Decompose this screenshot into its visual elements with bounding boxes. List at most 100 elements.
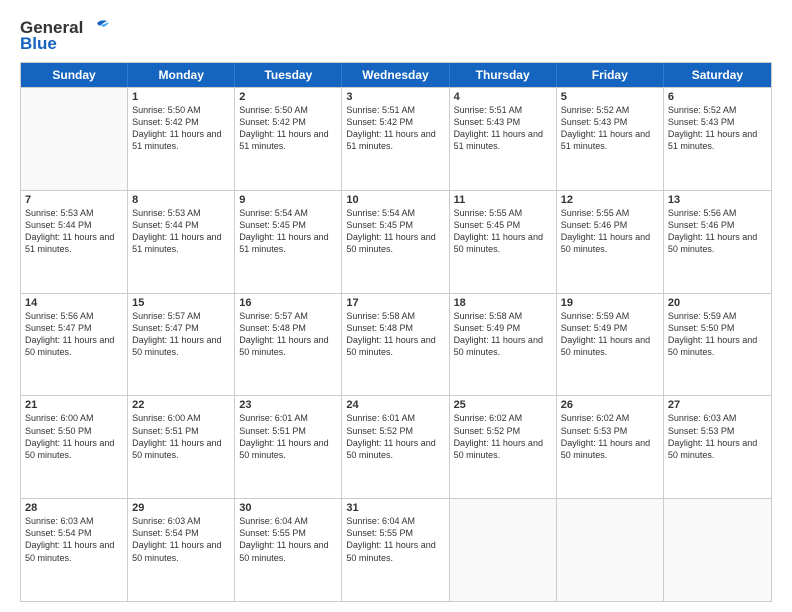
header-day-monday: Monday bbox=[128, 63, 235, 87]
day-number: 9 bbox=[239, 194, 337, 206]
cell-sun-info: Sunrise: 5:51 AMSunset: 5:42 PMDaylight:… bbox=[346, 104, 444, 153]
cell-sun-info: Sunrise: 5:58 AMSunset: 5:48 PMDaylight:… bbox=[346, 310, 444, 359]
calendar-cell: 10Sunrise: 5:54 AMSunset: 5:45 PMDayligh… bbox=[342, 191, 449, 293]
cell-sun-info: Sunrise: 6:01 AMSunset: 5:51 PMDaylight:… bbox=[239, 412, 337, 461]
day-number: 27 bbox=[668, 399, 767, 411]
cell-sun-info: Sunrise: 5:53 AMSunset: 5:44 PMDaylight:… bbox=[132, 207, 230, 256]
cell-sun-info: Sunrise: 6:03 AMSunset: 5:53 PMDaylight:… bbox=[668, 412, 767, 461]
calendar-cell: 27Sunrise: 6:03 AMSunset: 5:53 PMDayligh… bbox=[664, 396, 771, 498]
day-number: 18 bbox=[454, 297, 552, 309]
calendar-row-3: 21Sunrise: 6:00 AMSunset: 5:50 PMDayligh… bbox=[21, 395, 771, 498]
calendar-row-0: 1Sunrise: 5:50 AMSunset: 5:42 PMDaylight… bbox=[21, 87, 771, 190]
calendar-cell: 11Sunrise: 5:55 AMSunset: 5:45 PMDayligh… bbox=[450, 191, 557, 293]
cell-sun-info: Sunrise: 5:50 AMSunset: 5:42 PMDaylight:… bbox=[132, 104, 230, 153]
cell-sun-info: Sunrise: 5:54 AMSunset: 5:45 PMDaylight:… bbox=[239, 207, 337, 256]
calendar-cell bbox=[450, 499, 557, 601]
calendar-cell: 1Sunrise: 5:50 AMSunset: 5:42 PMDaylight… bbox=[128, 88, 235, 190]
day-number: 25 bbox=[454, 399, 552, 411]
calendar-cell: 21Sunrise: 6:00 AMSunset: 5:50 PMDayligh… bbox=[21, 396, 128, 498]
calendar-cell: 28Sunrise: 6:03 AMSunset: 5:54 PMDayligh… bbox=[21, 499, 128, 601]
calendar-cell: 4Sunrise: 5:51 AMSunset: 5:43 PMDaylight… bbox=[450, 88, 557, 190]
cell-sun-info: Sunrise: 5:59 AMSunset: 5:50 PMDaylight:… bbox=[668, 310, 767, 359]
calendar-cell: 14Sunrise: 5:56 AMSunset: 5:47 PMDayligh… bbox=[21, 294, 128, 396]
cell-sun-info: Sunrise: 5:58 AMSunset: 5:49 PMDaylight:… bbox=[454, 310, 552, 359]
day-number: 22 bbox=[132, 399, 230, 411]
cell-sun-info: Sunrise: 6:04 AMSunset: 5:55 PMDaylight:… bbox=[239, 515, 337, 564]
calendar-cell: 20Sunrise: 5:59 AMSunset: 5:50 PMDayligh… bbox=[664, 294, 771, 396]
calendar-cell bbox=[557, 499, 664, 601]
page: General Blue SundayMondayTuesdayWednesda… bbox=[0, 0, 792, 612]
cell-sun-info: Sunrise: 6:02 AMSunset: 5:53 PMDaylight:… bbox=[561, 412, 659, 461]
cell-sun-info: Sunrise: 5:53 AMSunset: 5:44 PMDaylight:… bbox=[25, 207, 123, 256]
day-number: 8 bbox=[132, 194, 230, 206]
day-number: 3 bbox=[346, 91, 444, 103]
day-number: 16 bbox=[239, 297, 337, 309]
calendar-cell: 12Sunrise: 5:55 AMSunset: 5:46 PMDayligh… bbox=[557, 191, 664, 293]
calendar-cell: 17Sunrise: 5:58 AMSunset: 5:48 PMDayligh… bbox=[342, 294, 449, 396]
cell-sun-info: Sunrise: 5:52 AMSunset: 5:43 PMDaylight:… bbox=[561, 104, 659, 153]
day-number: 26 bbox=[561, 399, 659, 411]
day-number: 30 bbox=[239, 502, 337, 514]
cell-sun-info: Sunrise: 5:57 AMSunset: 5:48 PMDaylight:… bbox=[239, 310, 337, 359]
cell-sun-info: Sunrise: 5:50 AMSunset: 5:42 PMDaylight:… bbox=[239, 104, 337, 153]
calendar-row-2: 14Sunrise: 5:56 AMSunset: 5:47 PMDayligh… bbox=[21, 293, 771, 396]
calendar-cell: 19Sunrise: 5:59 AMSunset: 5:49 PMDayligh… bbox=[557, 294, 664, 396]
header-day-tuesday: Tuesday bbox=[235, 63, 342, 87]
day-number: 29 bbox=[132, 502, 230, 514]
day-number: 11 bbox=[454, 194, 552, 206]
day-number: 2 bbox=[239, 91, 337, 103]
calendar-cell bbox=[21, 88, 128, 190]
day-number: 7 bbox=[25, 194, 123, 206]
header: General Blue bbox=[20, 18, 772, 54]
cell-sun-info: Sunrise: 6:03 AMSunset: 5:54 PMDaylight:… bbox=[25, 515, 123, 564]
day-number: 1 bbox=[132, 91, 230, 103]
calendar: SundayMondayTuesdayWednesdayThursdayFrid… bbox=[20, 62, 772, 602]
header-day-sunday: Sunday bbox=[21, 63, 128, 87]
day-number: 24 bbox=[346, 399, 444, 411]
cell-sun-info: Sunrise: 6:04 AMSunset: 5:55 PMDaylight:… bbox=[346, 515, 444, 564]
calendar-cell: 31Sunrise: 6:04 AMSunset: 5:55 PMDayligh… bbox=[342, 499, 449, 601]
day-number: 10 bbox=[346, 194, 444, 206]
calendar-row-4: 28Sunrise: 6:03 AMSunset: 5:54 PMDayligh… bbox=[21, 498, 771, 601]
calendar-cell: 16Sunrise: 5:57 AMSunset: 5:48 PMDayligh… bbox=[235, 294, 342, 396]
calendar-cell: 8Sunrise: 5:53 AMSunset: 5:44 PMDaylight… bbox=[128, 191, 235, 293]
cell-sun-info: Sunrise: 6:02 AMSunset: 5:52 PMDaylight:… bbox=[454, 412, 552, 461]
day-number: 14 bbox=[25, 297, 123, 309]
cell-sun-info: Sunrise: 5:55 AMSunset: 5:45 PMDaylight:… bbox=[454, 207, 552, 256]
cell-sun-info: Sunrise: 5:52 AMSunset: 5:43 PMDaylight:… bbox=[668, 104, 767, 153]
calendar-cell: 26Sunrise: 6:02 AMSunset: 5:53 PMDayligh… bbox=[557, 396, 664, 498]
calendar-cell: 13Sunrise: 5:56 AMSunset: 5:46 PMDayligh… bbox=[664, 191, 771, 293]
calendar-cell: 15Sunrise: 5:57 AMSunset: 5:47 PMDayligh… bbox=[128, 294, 235, 396]
calendar-cell: 2Sunrise: 5:50 AMSunset: 5:42 PMDaylight… bbox=[235, 88, 342, 190]
day-number: 12 bbox=[561, 194, 659, 206]
calendar-cell: 30Sunrise: 6:04 AMSunset: 5:55 PMDayligh… bbox=[235, 499, 342, 601]
cell-sun-info: Sunrise: 5:55 AMSunset: 5:46 PMDaylight:… bbox=[561, 207, 659, 256]
day-number: 21 bbox=[25, 399, 123, 411]
cell-sun-info: Sunrise: 6:01 AMSunset: 5:52 PMDaylight:… bbox=[346, 412, 444, 461]
cell-sun-info: Sunrise: 5:59 AMSunset: 5:49 PMDaylight:… bbox=[561, 310, 659, 359]
calendar-cell: 22Sunrise: 6:00 AMSunset: 5:51 PMDayligh… bbox=[128, 396, 235, 498]
cell-sun-info: Sunrise: 5:54 AMSunset: 5:45 PMDaylight:… bbox=[346, 207, 444, 256]
day-number: 20 bbox=[668, 297, 767, 309]
calendar-cell: 3Sunrise: 5:51 AMSunset: 5:42 PMDaylight… bbox=[342, 88, 449, 190]
calendar-cell: 25Sunrise: 6:02 AMSunset: 5:52 PMDayligh… bbox=[450, 396, 557, 498]
cell-sun-info: Sunrise: 5:56 AMSunset: 5:47 PMDaylight:… bbox=[25, 310, 123, 359]
cell-sun-info: Sunrise: 6:00 AMSunset: 5:51 PMDaylight:… bbox=[132, 412, 230, 461]
calendar-cell: 24Sunrise: 6:01 AMSunset: 5:52 PMDayligh… bbox=[342, 396, 449, 498]
calendar-cell: 23Sunrise: 6:01 AMSunset: 5:51 PMDayligh… bbox=[235, 396, 342, 498]
calendar-cell: 9Sunrise: 5:54 AMSunset: 5:45 PMDaylight… bbox=[235, 191, 342, 293]
calendar-cell: 5Sunrise: 5:52 AMSunset: 5:43 PMDaylight… bbox=[557, 88, 664, 190]
calendar-row-1: 7Sunrise: 5:53 AMSunset: 5:44 PMDaylight… bbox=[21, 190, 771, 293]
day-number: 5 bbox=[561, 91, 659, 103]
day-number: 6 bbox=[668, 91, 767, 103]
calendar-cell: 6Sunrise: 5:52 AMSunset: 5:43 PMDaylight… bbox=[664, 88, 771, 190]
logo: General Blue bbox=[20, 18, 109, 54]
calendar-body: 1Sunrise: 5:50 AMSunset: 5:42 PMDaylight… bbox=[21, 87, 771, 601]
calendar-cell: 18Sunrise: 5:58 AMSunset: 5:49 PMDayligh… bbox=[450, 294, 557, 396]
day-number: 15 bbox=[132, 297, 230, 309]
calendar-cell bbox=[664, 499, 771, 601]
logo-bird-icon bbox=[87, 19, 109, 35]
day-number: 4 bbox=[454, 91, 552, 103]
day-number: 31 bbox=[346, 502, 444, 514]
calendar-cell: 29Sunrise: 6:03 AMSunset: 5:54 PMDayligh… bbox=[128, 499, 235, 601]
